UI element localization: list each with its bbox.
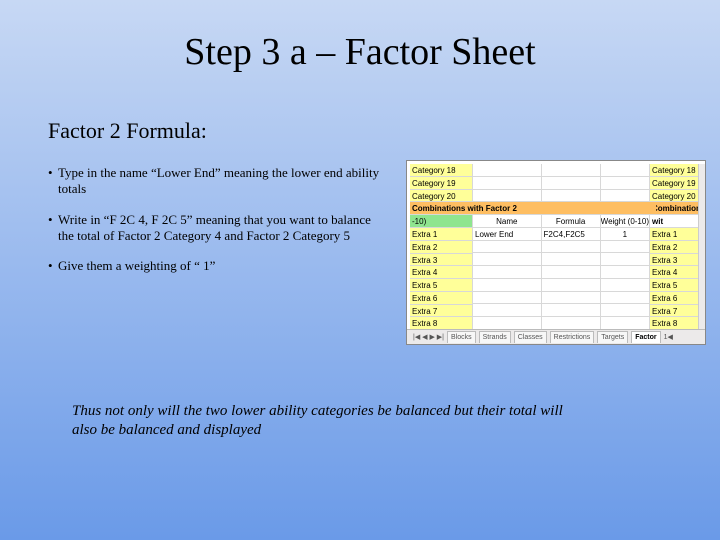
list-item: • Write in “F 2C 4, F 2C 5” meaning that…: [48, 212, 388, 245]
tab-overflow: 1◀: [664, 333, 673, 341]
sheet-grid: Category 18 Category 19 Category 20 Comb…: [410, 164, 705, 330]
cell: [542, 241, 600, 254]
sheet-col-weight: Weight (0-10) 1: [600, 164, 649, 330]
cell: [601, 241, 649, 254]
cell: [601, 190, 649, 203]
cell: [601, 304, 649, 317]
list-item-text: Give them a weighting of “ 1”: [58, 258, 388, 274]
cell: Extra 7: [650, 305, 705, 318]
bullet-list: • Type in the name “Lower End” meaning t…: [48, 165, 388, 288]
cell: Extra 6: [650, 292, 705, 305]
cell: Extra 2: [410, 241, 472, 254]
sheet-col-a: Category 18 Category 19 Category 20 Comb…: [410, 164, 472, 330]
cell: Extra 6: [410, 292, 472, 305]
bullet-dot: •: [48, 212, 58, 245]
subtitle: Factor 2 Formula:: [48, 118, 207, 144]
cell: [650, 215, 705, 228]
cell: Extra 5: [410, 279, 472, 292]
cell: Extra 2: [650, 241, 705, 254]
cell: Extra 1: [650, 228, 705, 241]
cell-name-value: Lower End: [473, 228, 541, 241]
cell: [601, 253, 649, 266]
column-header-weight: Weight (0-10): [601, 215, 649, 228]
cell: Category 19: [650, 177, 705, 190]
tab-strands[interactable]: Strands: [479, 331, 511, 343]
cell: [473, 279, 541, 292]
cell: Extra 1: [410, 228, 472, 241]
nav-arrows-icon[interactable]: |◀ ◀ ▶ ▶|: [413, 333, 444, 341]
cell: Extra 4: [410, 266, 472, 279]
cell: [542, 304, 600, 317]
cell: [473, 304, 541, 317]
list-item: • Type in the name “Lower End” meaning t…: [48, 165, 388, 198]
cell: [542, 266, 600, 279]
cell: [601, 177, 649, 190]
cell: Extra 3: [410, 254, 472, 267]
cell: [542, 190, 600, 203]
cell: [473, 164, 541, 177]
cell: Extra 4: [650, 266, 705, 279]
cell: Category 18: [650, 164, 705, 177]
section-band-right: Combinations wit: [650, 202, 705, 215]
sheet-tabs-bar: |◀ ◀ ▶ ▶| Blocks Strands Classes Restric…: [407, 329, 705, 344]
cell: [542, 164, 600, 177]
cell: [473, 241, 541, 254]
conclusion-text: Thus not only will the two lower ability…: [72, 402, 572, 440]
cell: [542, 253, 600, 266]
cell: [473, 292, 541, 305]
list-item: • Give them a weighting of “ 1”: [48, 258, 388, 274]
cell: Category 18: [410, 164, 472, 177]
tab-targets[interactable]: Targets: [597, 331, 628, 343]
slide: Step 3 a – Factor Sheet Factor 2 Formula…: [0, 0, 720, 540]
cell: [473, 177, 541, 190]
sheet-col-right: Category 18 Category 19 Category 20 Comb…: [649, 164, 705, 330]
cell: [601, 266, 649, 279]
section-band: Combinations with Factor 2: [410, 202, 656, 215]
cell: Extra 7: [410, 305, 472, 318]
bullet-dot: •: [48, 258, 58, 274]
cell: [473, 253, 541, 266]
cell: [601, 164, 649, 177]
cell: Category 20: [650, 190, 705, 203]
column-header-name: Name: [473, 215, 541, 228]
column-header-formula: Formula: [542, 215, 600, 228]
cell-weight-value: 1: [601, 228, 649, 241]
sheet-col-name: Name Lower End: [472, 164, 541, 330]
cell: [601, 279, 649, 292]
cell: [542, 292, 600, 305]
cell: [542, 177, 600, 190]
cell: [601, 292, 649, 305]
cell: Category 19: [410, 177, 472, 190]
cell: Extra 3: [650, 254, 705, 267]
page-title: Step 3 a – Factor Sheet: [0, 30, 720, 74]
tab-restrictions[interactable]: Restrictions: [550, 331, 595, 343]
scrollbar-vertical[interactable]: [698, 164, 705, 330]
cell: Extra 5: [650, 279, 705, 292]
sheet-col-formula: Formula F2C4,F2C5: [541, 164, 600, 330]
cell-corner: -10): [410, 215, 472, 228]
cell-formula-value: F2C4,F2C5: [542, 228, 600, 241]
list-item-text: Write in “F 2C 4, F 2C 5” meaning that y…: [58, 212, 388, 245]
cell: [542, 279, 600, 292]
cell: [473, 266, 541, 279]
tab-classes[interactable]: Classes: [514, 331, 547, 343]
cell: [473, 190, 541, 203]
bullet-dot: •: [48, 165, 58, 198]
spreadsheet-image: Category 18 Category 19 Category 20 Comb…: [406, 160, 706, 345]
tab-factor[interactable]: Factor: [631, 331, 660, 343]
tab-blocks[interactable]: Blocks: [447, 331, 476, 343]
cell: Category 20: [410, 190, 472, 203]
list-item-text: Type in the name “Lower End” meaning the…: [58, 165, 388, 198]
